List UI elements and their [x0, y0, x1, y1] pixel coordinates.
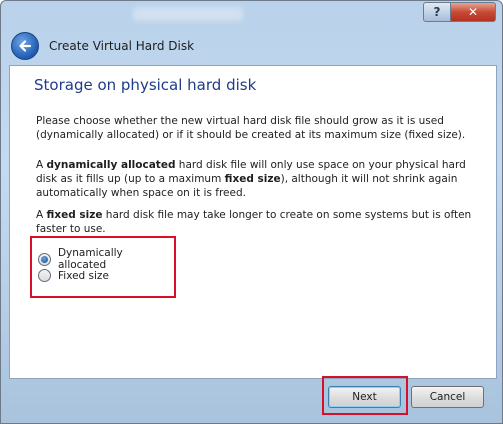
option-label: Fixed size: [58, 269, 109, 282]
wizard-header: Create Virtual Hard Disk: [5, 27, 499, 65]
close-button[interactable]: ✕: [450, 2, 496, 22]
button-bar: Next Cancel: [9, 376, 495, 419]
option-fixed-size[interactable]: Fixed size: [38, 269, 109, 282]
background-window-title: [133, 7, 243, 21]
wizard-title: Create Virtual Hard Disk: [49, 39, 195, 53]
storage-type-radio-group: Dynamically allocated Fixed size: [30, 236, 176, 298]
radio-dynamically-allocated[interactable]: [38, 252, 51, 266]
option-label: Dynamically allocated: [57, 247, 123, 271]
wizard-page: Storage on physical hard disk Please cho…: [9, 65, 497, 379]
back-button[interactable]: [11, 32, 39, 60]
fixed-description: A fixed size hard disk file may take lon…: [36, 209, 472, 235]
help-button[interactable]: ?: [423, 2, 451, 22]
back-arrow-icon: [19, 40, 32, 52]
page-title: Storage on physical hard disk: [34, 76, 257, 94]
option-dynamically-allocated[interactable]: Dynamically allocated: [38, 247, 174, 271]
next-button[interactable]: Next: [328, 386, 401, 408]
cancel-button[interactable]: Cancel: [411, 386, 484, 408]
dialog-window: ? ✕ Create Virtual Hard Disk Storage on …: [0, 0, 503, 424]
radio-fixed-size[interactable]: [38, 269, 51, 282]
intro-text: Please choose whether the new virtual ha…: [36, 115, 466, 141]
dynamic-description: A dynamically allocated hard disk file w…: [36, 159, 466, 199]
